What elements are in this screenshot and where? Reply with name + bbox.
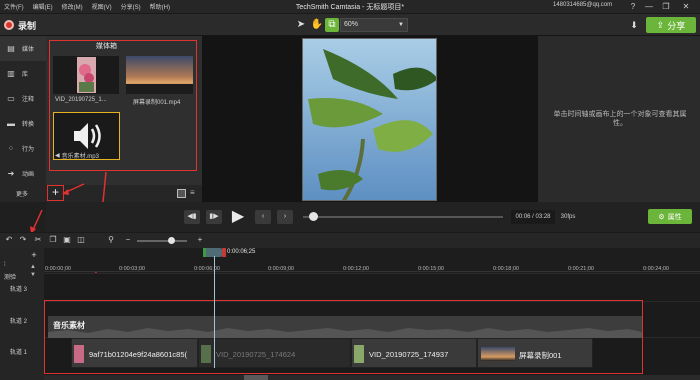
copy-icon[interactable]: ❐ (48, 235, 58, 245)
tick-label: 0:00:12;00 (343, 266, 369, 272)
zoom-out-icon[interactable]: − (123, 235, 133, 245)
properties-button[interactable]: ⚙ 属性 (648, 209, 692, 224)
tick-label: 0:00:09;00 (268, 266, 294, 272)
timeline-scrollbar[interactable] (44, 375, 700, 380)
next-frame-icon[interactable]: › (277, 210, 293, 224)
scrub-handle[interactable] (309, 212, 318, 221)
split-icon[interactable]: ◫ (76, 235, 86, 245)
playhead-out-handle[interactable] (222, 248, 226, 257)
canvas-preview[interactable] (302, 38, 437, 201)
tracks-highlight-frame (44, 300, 643, 374)
redo-icon[interactable]: ↷ (18, 235, 28, 245)
time-readout: 00:06 / 03:28 (511, 210, 555, 224)
track-3-label[interactable]: 轨道 3 (10, 284, 27, 293)
tick-label: 0:00:18;00 (493, 266, 519, 272)
zoom-in-icon[interactable]: + (195, 235, 205, 245)
timeline-zoom-slider[interactable] (137, 240, 187, 242)
add-track-icon[interactable]: + (28, 250, 40, 260)
track-2-label[interactable]: 轨道 2 (10, 316, 27, 325)
tick-label: 0:00:15;00 (418, 266, 444, 272)
scrollbar-thumb[interactable] (244, 375, 268, 380)
preview-image (303, 39, 436, 200)
timeline-zoom-handle[interactable] (168, 237, 175, 244)
fps-readout: 30fps (560, 214, 576, 220)
search-icon[interactable]: ⚲ (106, 235, 116, 245)
properties-hint: 单击时间轴或画布上的一个对象可查看其属性。 (553, 111, 687, 127)
properties-label: 属性 (667, 213, 682, 221)
scrub-track[interactable] (303, 216, 503, 218)
step-forward-icon[interactable]: ▮▶ (206, 210, 222, 224)
tick-label: 0:00:24;00 (643, 266, 669, 272)
quiz-track-label: 测验 (4, 275, 17, 281)
chevron-up-icon[interactable]: ▲ (30, 264, 36, 270)
timeline-toolbar (0, 232, 700, 248)
cut-icon[interactable]: ✂ (33, 235, 43, 245)
tick-label: 0:00:21;00 (568, 266, 594, 272)
tick-label: 0:00:03;00 (119, 266, 145, 272)
undo-icon[interactable]: ↶ (4, 235, 14, 245)
playhead-time: 0:00:06;25 (227, 249, 256, 255)
tick-label: 0:00:06;00 (194, 266, 220, 272)
play-icon[interactable]: ▶ (229, 208, 247, 226)
step-back-icon[interactable]: ◀▮ (184, 210, 200, 224)
paste-icon[interactable]: ▣ (62, 235, 72, 245)
track-1-label[interactable]: 轨道 1 (10, 347, 27, 356)
previous-frame-icon[interactable]: ‹ (255, 210, 271, 224)
playhead-line (214, 256, 215, 368)
tick-label: 0:00:00;00 (45, 266, 71, 272)
track-3-row[interactable] (44, 273, 700, 301)
track-headers: + ⁞ ▲ 测验 ▼ (0, 248, 44, 380)
gear-icon: ⚙ (658, 213, 665, 221)
expand-icon[interactable]: ⁞ (4, 262, 6, 268)
chevron-down-icon[interactable]: ▼ (30, 272, 36, 278)
